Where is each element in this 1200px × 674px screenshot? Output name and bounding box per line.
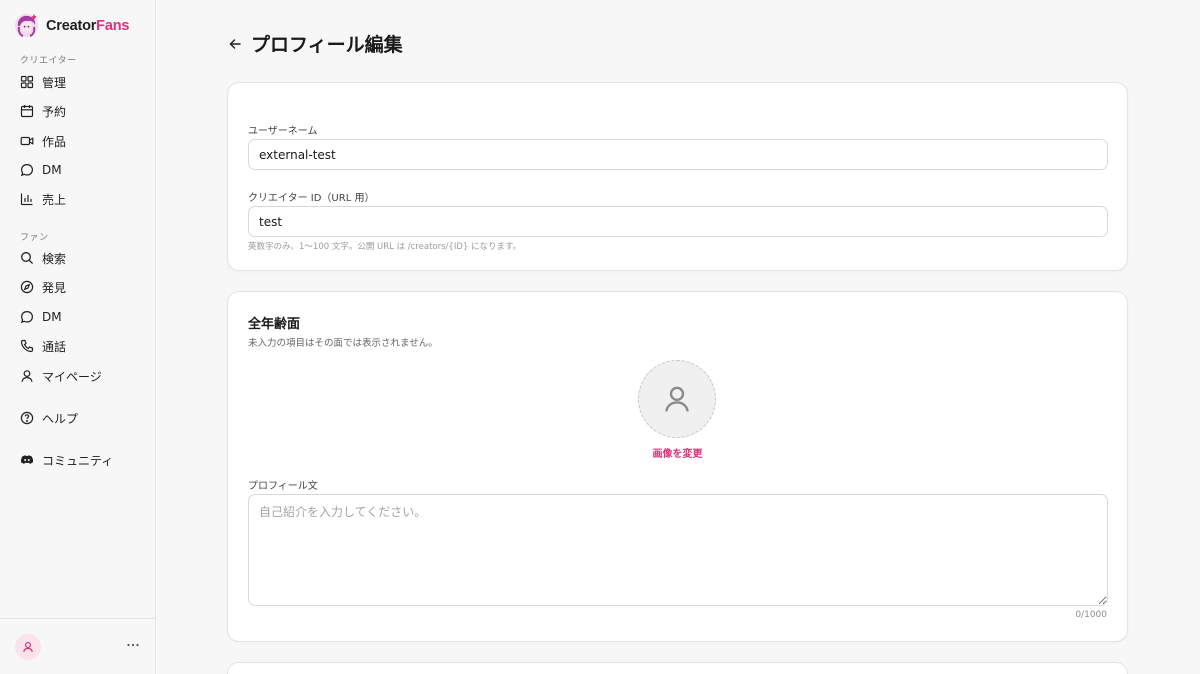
sidebar-item-label: マイページ <box>42 369 102 384</box>
sidebar-item-manage[interactable]: 管理 <box>14 69 142 95</box>
brand-name: CreatorFans <box>46 17 130 34</box>
sidebar-item-reservations[interactable]: 予約 <box>14 98 142 124</box>
sidebar-item-mypage[interactable]: マイページ <box>14 363 142 389</box>
username-label: ユーザーネーム <box>248 126 318 137</box>
sidebar-item-label: 売上 <box>42 192 67 207</box>
sidebar-item-sales[interactable]: 売上 <box>14 186 142 212</box>
bio-label: プロフィール文 <box>248 481 318 492</box>
sidebar-item-label: DM <box>42 310 62 324</box>
bio-textarea[interactable] <box>248 494 1108 606</box>
page-header: プロフィール編集 <box>227 30 403 57</box>
arrow-left-icon <box>229 38 241 49</box>
discord-icon <box>20 455 34 464</box>
account-settings-card: ユーザーネーム クリエイター ID（URL 用） 英数字のみ、1〜100 文字。… <box>227 82 1128 271</box>
sidebar: CreatorFans クリエイター 管理 予約 作品 DM 売上 ファン 検索… <box>0 0 156 674</box>
sidebar-item-label: 通話 <box>42 339 67 354</box>
section-title: 全年齢面 <box>248 317 301 332</box>
user-avatar[interactable] <box>15 634 41 660</box>
creator-id-label: クリエイター ID（URL 用） <box>248 193 375 204</box>
creator-section-label: クリエイター <box>20 56 77 66</box>
sidebar-item-label: 発見 <box>42 280 67 295</box>
compass-icon <box>20 280 34 294</box>
more-options-button[interactable] <box>126 638 140 652</box>
grid-icon <box>20 75 34 89</box>
sidebar-item-works[interactable]: 作品 <box>14 128 142 154</box>
sidebar-footer <box>0 618 155 674</box>
brand-logo-link[interactable]: CreatorFans <box>14 13 129 38</box>
next-section-card <box>227 662 1128 674</box>
fan-section-label: ファン <box>20 233 49 243</box>
phone-icon <box>20 339 34 353</box>
sidebar-item-label: DM <box>42 163 62 177</box>
chat-icon <box>20 310 34 324</box>
creator-id-hint: 英数字のみ、1〜100 文字。公開 URL は /creators/{ID} に… <box>248 242 522 252</box>
sidebar-item-label: 管理 <box>42 75 67 90</box>
back-button[interactable] <box>227 36 243 52</box>
user-icon <box>23 641 33 653</box>
bar-chart-icon <box>20 193 33 206</box>
sidebar-item-community[interactable]: コミュニティ <box>14 447 142 473</box>
sidebar-item-discover[interactable]: 発見 <box>14 274 142 300</box>
sidebar-item-label: 予約 <box>42 104 67 119</box>
sidebar-item-label: コミュニティ <box>42 453 114 468</box>
username-input[interactable] <box>248 139 1108 170</box>
sidebar-item-help[interactable]: ヘルプ <box>14 405 142 431</box>
video-icon <box>20 136 34 146</box>
sidebar-item-fan-dm[interactable]: DM <box>14 304 142 330</box>
brand-logo-icon <box>15 14 38 37</box>
profile-image-upload[interactable] <box>638 360 716 438</box>
help-circle-icon <box>20 411 34 425</box>
sidebar-item-label: 検索 <box>42 251 67 266</box>
calendar-icon <box>20 105 34 118</box>
sidebar-item-calls[interactable]: 通話 <box>14 333 142 359</box>
more-horizontal-icon <box>127 643 139 647</box>
sidebar-item-label: ヘルプ <box>42 411 79 426</box>
sidebar-item-label: 作品 <box>42 134 67 149</box>
bio-character-counter: 0/1000 <box>1075 610 1107 620</box>
page-title: プロフィール編集 <box>251 34 403 56</box>
section-description: 未入力の項目はその面では表示されません。 <box>248 338 438 349</box>
search-icon <box>21 252 34 265</box>
user-icon <box>665 386 689 412</box>
chat-icon <box>20 163 34 177</box>
sidebar-item-search[interactable]: 検索 <box>14 245 142 271</box>
creator-id-input[interactable] <box>248 206 1108 237</box>
user-icon <box>21 370 33 382</box>
all-ages-profile-card: 全年齢面 未入力の項目はその面では表示されません。 画像を変更 プロフィール文 … <box>227 291 1128 642</box>
change-image-button[interactable]: 画像を変更 <box>228 445 1127 460</box>
sidebar-item-creator-dm[interactable]: DM <box>14 157 142 183</box>
